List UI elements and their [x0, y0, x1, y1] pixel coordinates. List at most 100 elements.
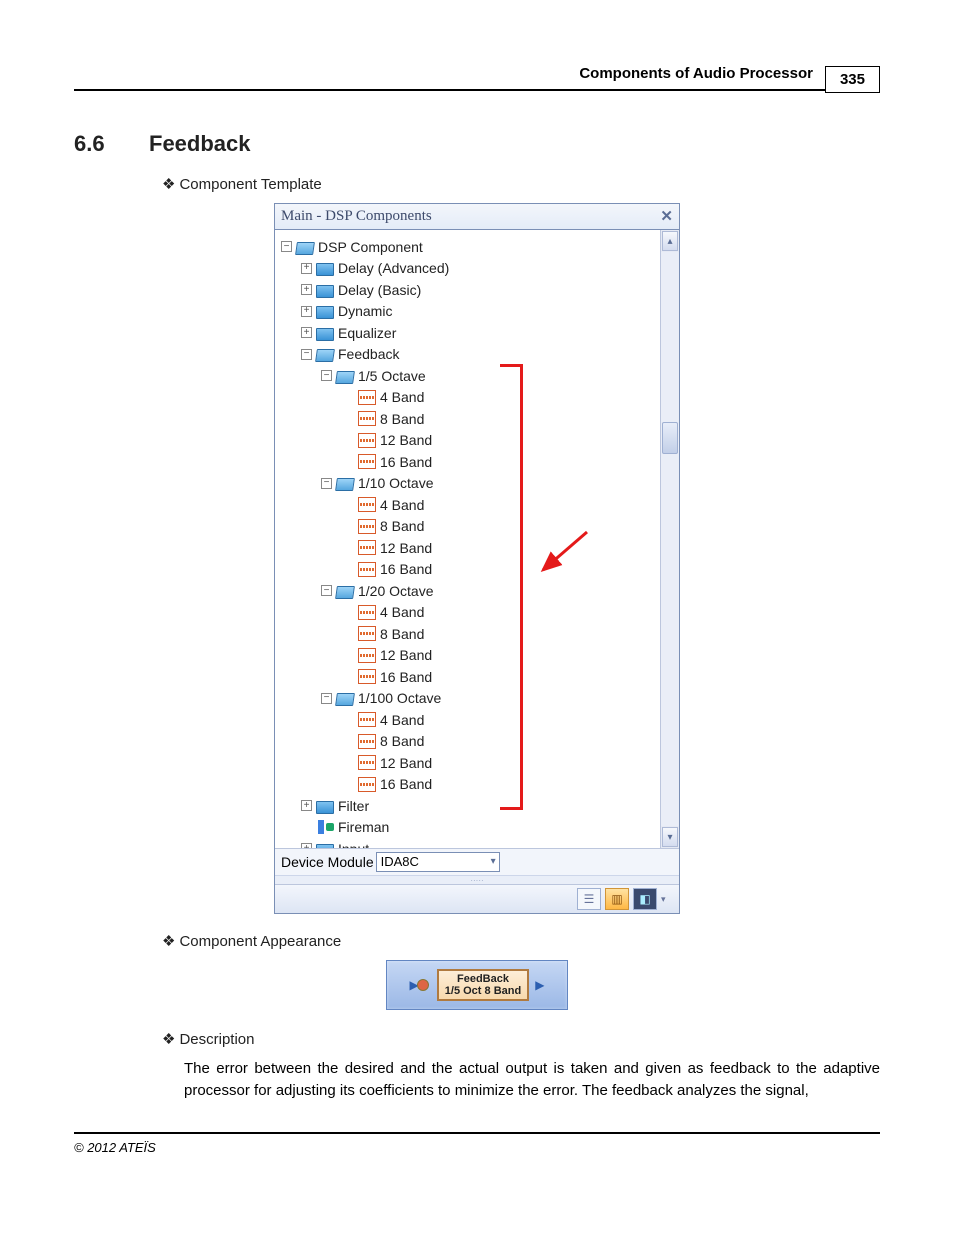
- bullet-diamond-icon: ❖: [162, 175, 175, 193]
- component-icon: [358, 605, 376, 620]
- collapse-toggle[interactable]: −: [321, 693, 332, 704]
- tree-leaf-4band[interactable]: 4 Band: [281, 602, 656, 624]
- collapse-toggle[interactable]: −: [281, 241, 292, 252]
- tree-leaf-4band[interactable]: 4 Band: [281, 709, 656, 731]
- page-header: Components of Audio Processor 335: [74, 60, 880, 91]
- subheading-template: ❖Component Template: [162, 175, 880, 193]
- tree-node-oct-1-100[interactable]: −1/100 Octave: [281, 688, 656, 710]
- page-footer: © 2012 ATEÏS: [74, 1132, 880, 1155]
- folder-open-icon: [336, 476, 354, 490]
- component-icon: [358, 626, 376, 641]
- tree-node-input[interactable]: +Input: [281, 838, 656, 848]
- scroll-down-button[interactable]: ▾: [662, 827, 678, 847]
- tree-leaf-16band[interactable]: 16 Band: [281, 666, 656, 688]
- component-icon: [358, 562, 376, 577]
- component-icon: [358, 755, 376, 770]
- component-icon: [358, 712, 376, 727]
- folder-open-icon: [296, 240, 314, 254]
- component-subtitle: 1/5 Oct 8 Band: [445, 985, 521, 997]
- expand-toggle[interactable]: +: [301, 843, 312, 848]
- expand-toggle[interactable]: +: [301, 284, 312, 295]
- scroll-thumb[interactable]: [662, 422, 678, 454]
- component-appearance-block: ▶ FeedBack 1/5 Oct 8 Band ▶: [386, 960, 568, 1010]
- component-icon: [358, 433, 376, 448]
- component-tree[interactable]: −DSP Component +Delay (Advanced) +Delay …: [275, 230, 660, 848]
- bullet-diamond-icon: ❖: [162, 932, 175, 950]
- output-port-icon: ▶: [535, 978, 544, 992]
- tree-leaf-12band[interactable]: 12 Band: [281, 537, 656, 559]
- collapse-toggle[interactable]: −: [321, 585, 332, 596]
- tree-leaf-8band[interactable]: 8 Band: [281, 408, 656, 430]
- tree-leaf-16band[interactable]: 16 Band: [281, 451, 656, 473]
- tree-node-root[interactable]: −DSP Component: [281, 236, 656, 258]
- panel-resize-grip[interactable]: ·····: [275, 875, 679, 884]
- toolbar-columns-button[interactable]: ▥: [605, 888, 629, 910]
- folder-icon: [316, 326, 334, 340]
- tree-leaf-12band[interactable]: 12 Band: [281, 645, 656, 667]
- folder-icon: [316, 799, 334, 813]
- tree-leaf-12band[interactable]: 12 Band: [281, 752, 656, 774]
- tree-node-dynamic[interactable]: +Dynamic: [281, 301, 656, 323]
- tree-node-delay-advanced[interactable]: +Delay (Advanced): [281, 258, 656, 280]
- folder-open-icon: [336, 584, 354, 598]
- subheading-description: ❖Description: [162, 1030, 880, 1048]
- collapse-toggle[interactable]: −: [321, 478, 332, 489]
- scroll-up-button[interactable]: ▴: [662, 231, 678, 251]
- expand-toggle[interactable]: +: [301, 800, 312, 811]
- tree-leaf-16band[interactable]: 16 Band: [281, 774, 656, 796]
- annotation-bracket: [500, 364, 523, 810]
- tree-leaf-16band[interactable]: 16 Band: [281, 559, 656, 581]
- expand-toggle[interactable]: +: [301, 306, 312, 317]
- section-heading: 6.6 Feedback: [74, 131, 880, 157]
- tree-node-oct-1-10[interactable]: −1/10 Octave: [281, 473, 656, 495]
- tree-leaf-12band[interactable]: 12 Band: [281, 430, 656, 452]
- component-icon: [358, 777, 376, 792]
- device-module-row: Device Module IDA8C: [275, 848, 679, 875]
- toolbar-dropdown[interactable]: ▾: [661, 894, 673, 905]
- toolbar-settings-button[interactable]: ◧: [633, 888, 657, 910]
- panel-close-button[interactable]: ✕: [660, 207, 673, 226]
- description-paragraph: The error between the desired and the ac…: [184, 1058, 880, 1102]
- toolbar-list-button[interactable]: ☰: [577, 888, 601, 910]
- tree-node-feedback[interactable]: −Feedback: [281, 344, 656, 366]
- expand-toggle[interactable]: +: [301, 327, 312, 338]
- subheading-appearance: ❖Component Appearance: [162, 932, 880, 950]
- component-icon: [358, 519, 376, 534]
- component-icon: [358, 411, 376, 426]
- panel-titlebar: Main - DSP Components ✕: [275, 204, 679, 230]
- expand-toggle[interactable]: +: [301, 263, 312, 274]
- vertical-scrollbar[interactable]: ▴ ▾: [660, 230, 679, 848]
- folder-open-icon: [336, 691, 354, 705]
- scroll-track[interactable]: [661, 252, 679, 826]
- folder-open-icon: [316, 347, 334, 361]
- tree-leaf-4band[interactable]: 4 Band: [281, 494, 656, 516]
- collapse-toggle[interactable]: −: [301, 349, 312, 360]
- feedback-component-box[interactable]: FeedBack 1/5 Oct 8 Band: [437, 969, 529, 1001]
- device-module-select[interactable]: IDA8C: [376, 852, 500, 872]
- annotation-arrow-icon: [535, 530, 595, 580]
- folder-open-icon: [336, 369, 354, 383]
- collapse-toggle[interactable]: −: [321, 370, 332, 381]
- panel-toolbar: ☰ ▥ ◧ ▾: [275, 884, 679, 913]
- folder-icon: [316, 283, 334, 297]
- tree-node-filter[interactable]: +Filter: [281, 795, 656, 817]
- tree-node-oct-1-20[interactable]: −1/20 Octave: [281, 580, 656, 602]
- tree-leaf-8band[interactable]: 8 Band: [281, 516, 656, 538]
- section-title: Feedback: [149, 131, 251, 157]
- tree-leaf-4band[interactable]: 4 Band: [281, 387, 656, 409]
- folder-icon: [316, 304, 334, 318]
- component-icon: [358, 390, 376, 405]
- component-icon: [358, 669, 376, 684]
- fireman-icon: [318, 820, 334, 834]
- bullet-diamond-icon: ❖: [162, 1030, 175, 1048]
- tree-leaf-8band[interactable]: 8 Band: [281, 623, 656, 645]
- tree-leaf-8band[interactable]: 8 Band: [281, 731, 656, 753]
- folder-icon: [316, 842, 334, 848]
- tree-node-equalizer[interactable]: +Equalizer: [281, 322, 656, 344]
- tree-node-delay-basic[interactable]: +Delay (Basic): [281, 279, 656, 301]
- panel-title-text: Main - DSP Components: [281, 208, 432, 225]
- section-number: 6.6: [74, 131, 149, 157]
- tree-node-oct-1-5[interactable]: −1/5 Octave: [281, 365, 656, 387]
- component-icon: [358, 540, 376, 555]
- tree-node-fireman[interactable]: Fireman: [281, 817, 656, 839]
